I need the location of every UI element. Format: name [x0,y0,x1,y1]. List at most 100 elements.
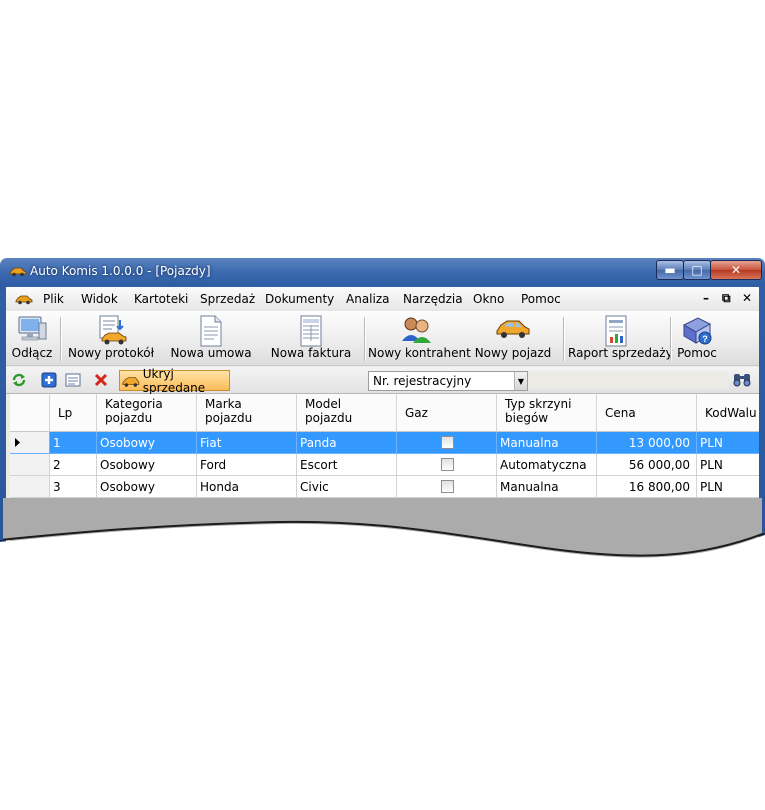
delete-icon [94,373,108,387]
mdi-car-icon[interactable] [15,293,33,305]
cell-kategoria[interactable]: Osobowy [97,432,197,454]
new-contract-button[interactable]: Nowa umowa [168,313,254,363]
menu-analiza[interactable]: Analiza [346,292,390,306]
new-vehicle-button[interactable]: Nowy pojazd [474,313,552,363]
cell-marka[interactable]: Fiat [197,432,297,454]
new-protocol-button[interactable]: Nowy protokół [68,313,154,363]
grid-header: Lp Kategoria pojazdu Marka pojazdu Model… [10,394,759,432]
disconnect-button[interactable]: Odłącz [8,313,56,363]
menu-okno[interactable]: Okno [473,292,504,306]
toolbar-separator [670,317,672,361]
new-invoice-label: Nowa faktura [270,346,352,360]
mdi-minimize-button[interactable]: – [703,291,709,305]
cell-marka[interactable]: Ford [197,454,297,476]
edit-button[interactable] [64,371,82,389]
cell-waluta[interactable]: PLN [697,454,759,476]
svg-text:?: ? [702,334,708,344]
column-header-gaz[interactable]: Gaz [397,394,497,432]
cell-model[interactable]: Escort [297,454,397,476]
minimize-button[interactable]: ▬ [656,260,684,280]
cell-waluta[interactable]: PLN [697,476,759,498]
table-row[interactable]: 2 Osobowy Ford Escort Automatyczna 56 00… [10,454,759,476]
column-header-cena[interactable]: Cena [597,394,697,432]
cell-gaz[interactable] [397,432,497,454]
menu-widok[interactable]: Widok [81,292,118,306]
cell-kategoria[interactable]: Osobowy [97,454,197,476]
column-header-marka[interactable]: Marka pojazdu [197,394,297,432]
search-field-value: Nr. rejestracyjny [373,374,472,388]
column-header-kategoria[interactable]: Kategoria pojazdu [97,394,197,432]
mdi-restore-button[interactable]: ⧉ [722,291,731,306]
maximize-button[interactable]: □ [683,260,711,280]
binoculars-icon [733,374,751,387]
search-input[interactable] [528,371,728,389]
torn-edge [0,498,765,568]
sales-report-label: Raport sprzedaży [568,346,673,360]
chevron-down-icon[interactable]: ▼ [514,372,527,390]
cell-model[interactable]: Civic [297,476,397,498]
column-header-skrzynia[interactable]: Typ skrzyni biegów [497,394,597,432]
menu-pomoc[interactable]: Pomoc [521,292,561,306]
search-field-select[interactable]: Nr. rejestracyjny ▼ [368,371,528,391]
cell-model[interactable]: Panda [297,432,397,454]
cell-skrzynia[interactable]: Manualna [497,432,597,454]
new-protocol-label: Nowy protokół [68,346,154,360]
menu-kartoteki[interactable]: Kartoteki [134,292,188,306]
report-icon [605,315,627,347]
cell-lp[interactable]: 2 [50,454,97,476]
cell-cena[interactable]: 16 800,00 [597,476,697,498]
main-toolbar: Odłącz Nowy protokół Nowa umowa Nowa fak… [6,311,759,366]
hide-sold-label: Ukryj sprzedane [142,366,206,395]
help-button[interactable]: ? Pomoc [674,313,720,363]
row-header[interactable] [10,476,50,498]
cell-waluta[interactable]: PLN [697,432,759,454]
minimize-icon: ▬ [664,263,676,277]
cell-cena[interactable]: 13 000,00 [597,432,697,454]
cell-lp[interactable]: 3 [50,476,97,498]
help-book-icon: ? [682,317,712,345]
disconnect-label: Odłącz [11,346,53,360]
menu-dokumenty[interactable]: Dokumenty [265,292,334,306]
title-bar[interactable]: Auto Komis 1.0.0.0 - [Pojazdy] ▬ □ ✕ [0,258,765,286]
invoice-icon [300,315,322,347]
table-row[interactable]: 3 Osobowy Honda Civic Manualna 16 800,00… [10,476,759,498]
table-row[interactable]: 1 Osobowy Fiat Panda Manualna 13 000,00 … [10,432,759,454]
cell-lp[interactable]: 1 [50,432,97,454]
cell-gaz[interactable] [397,476,497,498]
help-label: Pomoc [677,346,717,360]
cell-gaz[interactable] [397,454,497,476]
cell-marka[interactable]: Honda [197,476,297,498]
new-contract-label: Nowa umowa [170,346,252,360]
menu-bar: Plik Widok Kartoteki Sprzedaż Dokumenty … [6,287,759,311]
gaz-checkbox[interactable] [441,436,454,449]
cell-skrzynia[interactable]: Automatyczna [497,454,597,476]
menu-plik[interactable]: Plik [43,292,64,306]
column-header-waluta[interactable]: KodWalu [697,394,759,432]
column-header-model[interactable]: Model pojazdu [297,394,397,432]
cell-skrzynia[interactable]: Manualna [497,476,597,498]
add-button[interactable] [40,371,58,389]
refresh-button[interactable] [10,371,28,389]
hide-sold-toggle[interactable]: Ukryj sprzedane [119,367,230,395]
find-button[interactable] [732,371,752,390]
gaz-checkbox[interactable] [441,480,454,493]
computer-icon [18,316,47,341]
menu-sprzedaz[interactable]: Sprzedaż [200,292,255,306]
cell-kategoria[interactable]: Osobowy [97,476,197,498]
menu-narzedzia[interactable]: Narzędzia [403,292,463,306]
column-header-lp[interactable]: Lp [50,394,97,432]
row-header[interactable] [10,432,50,454]
new-invoice-button[interactable]: Nowa faktura [268,313,354,363]
protocol-icon [99,315,127,345]
mdi-close-button[interactable]: ✕ [742,291,752,305]
sales-report-button[interactable]: Raport sprzedaży [568,313,673,363]
maximize-icon: □ [691,263,703,277]
new-contractor-label: Nowy kontrahent [368,346,471,360]
gaz-checkbox[interactable] [441,458,454,471]
delete-button[interactable] [92,371,110,389]
close-button[interactable]: ✕ [710,260,762,280]
row-header[interactable] [10,454,50,476]
new-contractor-button[interactable]: Nowy kontrahent [368,313,471,363]
cell-cena[interactable]: 56 000,00 [597,454,697,476]
row-header-corner [10,394,50,432]
